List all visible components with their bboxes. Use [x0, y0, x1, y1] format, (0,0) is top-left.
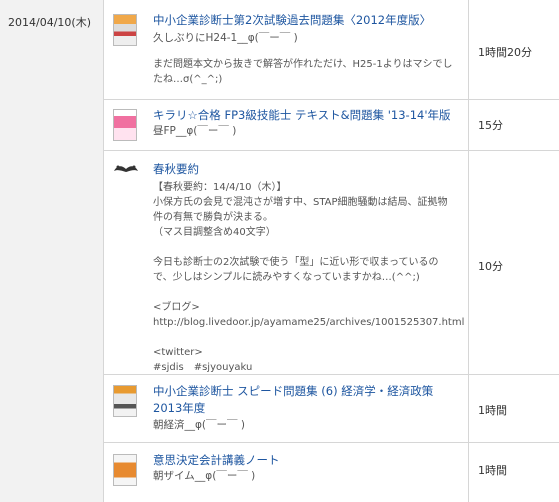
- entry-title[interactable]: キラリ☆合格 FP3級技能士 テキスト&問題集 '13-14'年版: [153, 107, 451, 124]
- list-item: 中小企業診断士 スピード問題集 (6) 経済学・経済政策 2013年度 朝経済_…: [104, 374, 559, 442]
- book-cover-icon[interactable]: [113, 14, 137, 46]
- entry-duration: 10分: [478, 260, 503, 273]
- entry-duration: 15分: [478, 119, 503, 132]
- book-cover-icon[interactable]: [113, 385, 137, 417]
- date-column: 2014/04/10(木): [0, 0, 104, 502]
- entry-description: 【春秋要約：14/4/10（木）】 小保方氏の会見で混沌さが増す中、STAP細胞…: [153, 182, 465, 373]
- entry-comment: 久しぶりにH24-1__φ(￣ー￣ ): [153, 32, 298, 44]
- entry-title[interactable]: 中小企業診断士 スピード問題集 (6) 経済学・経済政策 2013年度: [153, 383, 453, 417]
- entry-description: まだ問題本文から抜きで解答が作れただけ、H25-1よりはマシでしたね…σ(^_^…: [153, 59, 453, 85]
- mustache-icon[interactable]: [113, 163, 139, 175]
- entry-comment: 朝ザイム__φ(￣ー￣ ): [153, 470, 256, 482]
- list-item: 中小企業診断士第2次試験過去問題集〈2012年度版〉 久しぶりにH24-1__φ…: [104, 0, 559, 99]
- entry-title[interactable]: 意思決定会計講義ノート: [153, 452, 280, 469]
- date-label: 2014/04/10(木): [8, 16, 91, 29]
- study-log-table: 2014/04/10(木) 中小企業診断士第2次試験過去問題集〈2012年度版〉…: [0, 0, 559, 502]
- entry-title[interactable]: 春秋要約: [153, 161, 199, 178]
- list-item: キラリ☆合格 FP3級技能士 テキスト&問題集 '13-14'年版 昼FP__φ…: [104, 99, 559, 150]
- book-cover-icon[interactable]: [113, 109, 137, 141]
- entry-comment: 昼FP__φ(￣ー￣ ): [153, 125, 237, 137]
- list-item: 春秋要約 【春秋要約：14/4/10（木）】 小保方氏の会見で混沌さが増す中、S…: [104, 150, 559, 374]
- entry-duration: 1時間: [478, 464, 507, 477]
- book-cover-icon[interactable]: [113, 454, 137, 486]
- entry-title[interactable]: 中小企業診断士第2次試験過去問題集〈2012年度版〉: [153, 12, 431, 29]
- entry-duration: 1時間20分: [478, 46, 532, 59]
- list-item: 意思決定会計講義ノート 朝ザイム__φ(￣ー￣ ) 1時間: [104, 442, 559, 502]
- entry-duration: 1時間: [478, 404, 507, 417]
- entry-comment: 朝経済__φ(￣ー￣ ): [153, 419, 245, 431]
